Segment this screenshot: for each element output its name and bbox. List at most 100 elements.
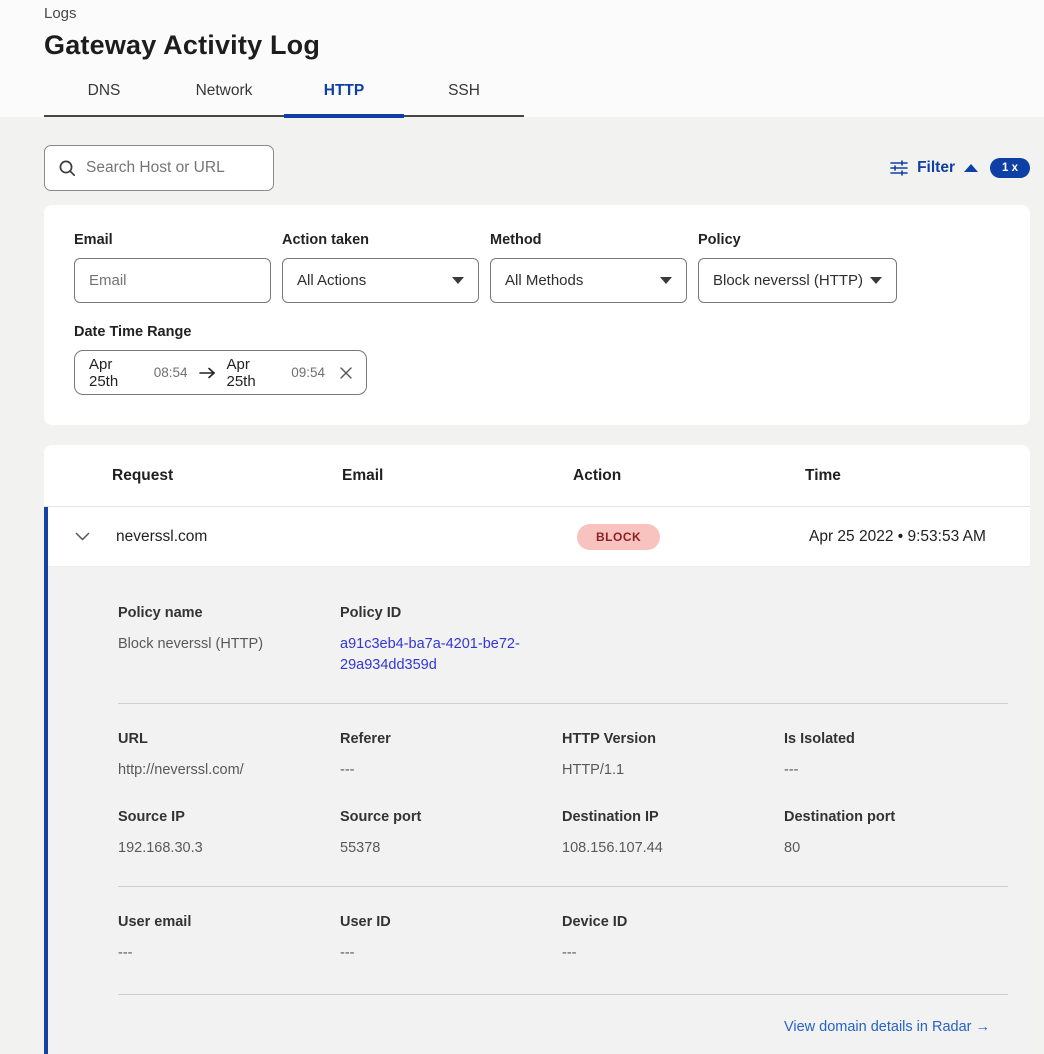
url-cell: URL http://neverssl.com/ [118,731,340,781]
destination-ip-value: 108.156.107.44 [562,838,784,859]
filter-toggle-button[interactable]: Filter 1 x [890,158,1030,178]
breadcrumb[interactable]: Logs [44,5,1030,22]
referer-cell: Referer --- [340,731,562,781]
referer-value: --- [340,760,562,781]
tab-dns[interactable]: DNS [44,82,164,115]
end-time: 09:54 [291,365,325,380]
user-id-value: --- [340,943,562,964]
action-select-value: All Actions [297,272,366,289]
end-date: Apr 25th [227,356,281,390]
filter-field-email: Email [74,232,271,303]
row-expand-chevron-icon[interactable] [48,532,116,541]
row-details-panel: Policy name Block neverssl (HTTP) Policy… [48,567,1030,1054]
policy-select[interactable]: Block neverssl (HTTP) [698,258,897,303]
page-header: Logs Gateway Activity Log DNS Network HT… [0,0,1044,117]
filter-label: Filter [917,159,955,177]
header-email: Email [342,467,573,485]
clear-date-range-icon[interactable] [340,367,352,379]
table-header-row: Request Email Action Time [44,445,1030,507]
chevron-down-icon [660,277,672,284]
source-port-value: 55378 [340,838,562,859]
user-email-value: --- [118,943,340,964]
range-arrow-icon [199,367,216,379]
source-ip-label: Source IP [118,809,340,825]
header-action: Action [573,467,805,485]
row-action: BLOCK [577,524,809,550]
page-title: Gateway Activity Log [44,30,1030,61]
user-email-cell: User email --- [118,914,340,964]
tab-network[interactable]: Network [164,82,284,115]
row-time: Apr 25 2022 • 9:53:53 AM [809,528,1030,546]
radar-link[interactable]: View domain details in Radar → [784,1019,990,1035]
destination-port-value: 80 [784,838,1008,859]
http-version-value: HTTP/1.1 [562,760,784,781]
policy-id-label: Policy ID [340,605,562,621]
source-port-label: Source port [340,809,562,825]
action-field-label: Action taken [282,232,479,248]
destination-port-label: Destination port [784,809,1008,825]
is-isolated-label: Is Isolated [784,731,1008,747]
log-table: Request Email Action Time neverssl.com B… [44,445,1030,1054]
filter-field-action: Action taken All Actions [282,232,479,303]
search-icon [58,159,76,177]
tab-ssh[interactable]: SSH [404,82,524,115]
chevron-down-icon [870,277,882,284]
policy-name-value: Block neverssl (HTTP) [118,634,340,655]
header-request: Request [112,467,342,485]
header-time: Time [805,467,1030,485]
destination-ip-cell: Destination IP 108.156.107.44 [562,809,784,859]
filter-count-badge[interactable]: 1 x [990,158,1030,178]
expanded-row-group: neverssl.com BLOCK Apr 25 2022 • 9:53:53… [44,507,1030,1054]
method-select[interactable]: All Methods [490,258,687,303]
network-section: Source IP 192.168.30.3 Source port 55378… [118,781,1008,887]
search-box [44,145,274,191]
tab-http[interactable]: HTTP [284,82,404,115]
collapse-arrow-icon [964,164,978,172]
email-field-label: Email [74,232,271,248]
device-id-value: --- [562,943,784,964]
search-filter-row: Filter 1 x [0,145,1044,191]
action-select[interactable]: All Actions [282,258,479,303]
date-range-section: Date Time Range Apr 25th 08:54 Apr 25th … [74,324,1000,395]
user-section: User email --- User ID --- Device ID --- [118,887,1008,995]
policy-name-label: Policy name [118,605,340,621]
table-row[interactable]: neverssl.com BLOCK Apr 25 2022 • 9:53:53… [48,507,1030,567]
date-range-picker[interactable]: Apr 25th 08:54 Apr 25th 09:54 [74,350,367,395]
user-email-label: User email [118,914,340,930]
policy-id-link[interactable]: a91c3eb4-ba7a-4201-be72-29a934dd359d [340,634,532,676]
destination-port-cell: Destination port 80 [784,809,1008,859]
tab-bar: DNS Network HTTP SSH [44,82,524,117]
search-input[interactable] [86,159,260,177]
email-input[interactable] [74,258,271,303]
policy-select-value: Block neverssl (HTTP) [713,272,863,289]
source-ip-value: 192.168.30.3 [118,838,340,859]
http-version-label: HTTP Version [562,731,784,747]
start-time: 08:54 [154,365,188,380]
row-request: neverssl.com [116,528,346,546]
is-isolated-cell: Is Isolated --- [784,731,1008,781]
referer-label: Referer [340,731,562,747]
policy-section: Policy name Block neverssl (HTTP) Policy… [118,567,1008,704]
filter-field-method: Method All Methods [490,232,687,303]
user-id-label: User ID [340,914,562,930]
destination-ip-label: Destination IP [562,809,784,825]
policy-name-cell: Policy name Block neverssl (HTTP) [118,605,340,676]
url-value: http://neverssl.com/ [118,760,340,781]
filter-field-policy: Policy Block neverssl (HTTP) [698,232,897,303]
filter-field-row: Email Action taken All Actions Method Al… [74,232,1000,303]
start-date: Apr 25th [89,356,143,390]
source-ip-cell: Source IP 192.168.30.3 [118,809,340,859]
radar-link-row: View domain details in Radar → [118,995,1008,1054]
device-id-label: Device ID [562,914,784,930]
filter-panel: Email Action taken All Actions Method Al… [44,205,1030,425]
is-isolated-value: --- [784,760,1008,781]
policy-id-cell: Policy ID a91c3eb4-ba7a-4201-be72-29a934… [340,605,562,676]
method-field-label: Method [490,232,687,248]
user-id-cell: User ID --- [340,914,562,964]
http-version-cell: HTTP Version HTTP/1.1 [562,731,784,781]
date-range-label: Date Time Range [74,324,1000,340]
method-select-value: All Methods [505,272,583,289]
block-action-badge: BLOCK [577,524,660,550]
policy-field-label: Policy [698,232,897,248]
filter-sliders-icon [890,160,908,176]
